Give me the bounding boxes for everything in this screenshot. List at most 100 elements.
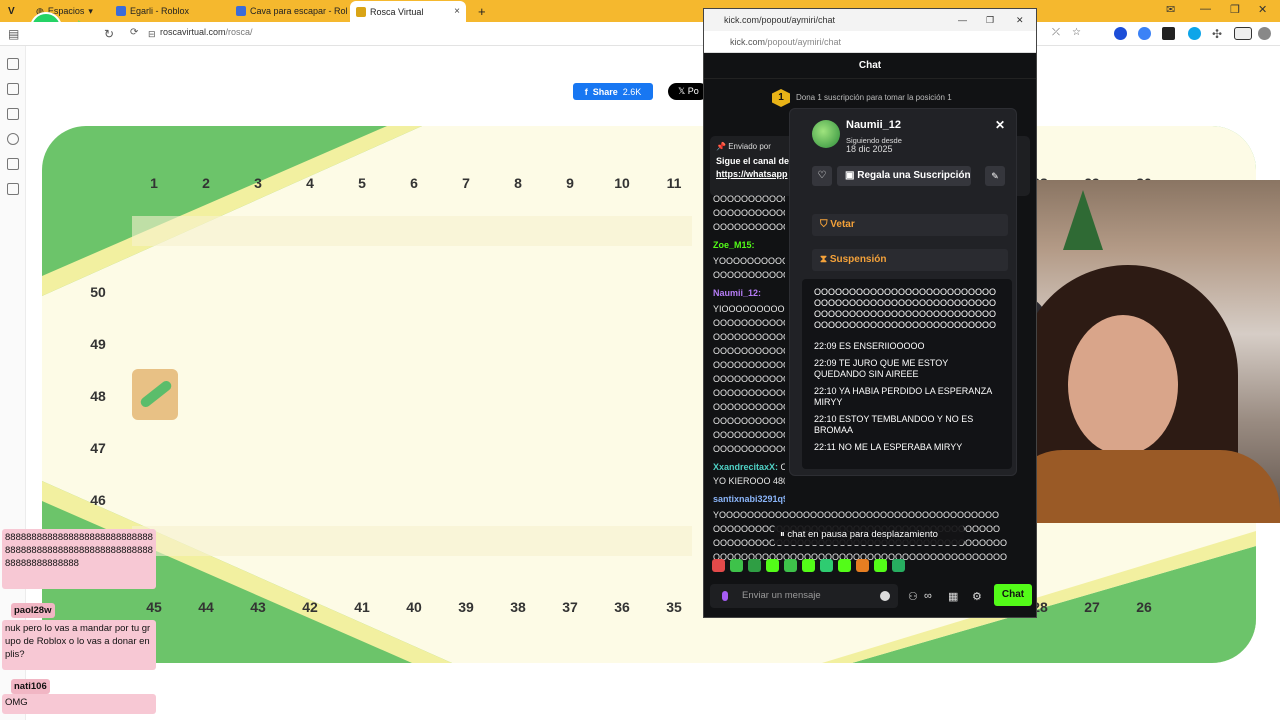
- close-window-icon[interactable]: ✕: [1016, 9, 1024, 31]
- overlay-username: nati106: [11, 679, 50, 694]
- board-number: 36: [614, 599, 630, 615]
- board-number: 3: [254, 175, 262, 191]
- board-number: 6: [410, 175, 418, 191]
- notes-icon[interactable]: [7, 158, 19, 170]
- emote-icon[interactable]: [856, 559, 869, 572]
- chat-line: Naumii_12:: [713, 287, 761, 301]
- site-info-icon[interactable]: ⊟: [148, 29, 156, 40]
- emote-icon[interactable]: [802, 559, 815, 572]
- chat-line: OOOOOOOOOOOO: [713, 443, 785, 457]
- chat-line: OOOOOOOOOOOO: [713, 387, 785, 401]
- close-icon[interactable]: ✕: [995, 118, 1005, 132]
- emote-icon[interactable]: [766, 559, 779, 572]
- chat-message-text: OOOOOOOOOOOO: [713, 270, 785, 280]
- url-field[interactable]: roscavirtual.com/rosca/: [160, 27, 253, 37]
- chat-line: OOOOOOOOOOOO: [713, 373, 785, 387]
- settings-icon[interactable]: ⚙: [972, 590, 984, 603]
- popup-url-field[interactable]: kick.com/popout/aymiri/chat: [704, 31, 1036, 53]
- close-window-icon[interactable]: ✕: [1258, 3, 1267, 16]
- user-name: Naumii_12: [846, 119, 902, 131]
- extension-icon[interactable]: [1188, 27, 1201, 40]
- bookmarks-icon[interactable]: [7, 58, 19, 70]
- follow-heart-button[interactable]: ♡: [812, 166, 832, 186]
- chat-username[interactable]: Naumii_12:: [713, 288, 761, 298]
- emote-icon[interactable]: [820, 559, 833, 572]
- chat-message-text: OOOOOOOOOOOO: [713, 416, 785, 426]
- extension-r-icon[interactable]: [1162, 27, 1175, 40]
- reading-list-icon[interactable]: [7, 83, 19, 95]
- board-number: 1: [150, 175, 158, 191]
- send-chat-button[interactable]: Chat: [994, 584, 1032, 606]
- extension-icon[interactable]: [1114, 27, 1127, 40]
- chat-line: YOOOOOOOOOOOOOOOOOOOOOOOOOOOOOOOOOOOOOOO…: [713, 509, 999, 523]
- chat-line: YOOOOOOOOOOO: [713, 255, 785, 269]
- board-number: 5: [358, 175, 366, 191]
- extension-icon[interactable]: [1138, 27, 1151, 40]
- facebook-share-button[interactable]: f Share 2.6K: [573, 83, 653, 100]
- users-icon[interactable]: ⚇: [908, 590, 920, 603]
- streamer-sweater: [1003, 450, 1280, 523]
- add-panel-icon[interactable]: [7, 183, 19, 195]
- chat-line: OOOOOOOOOOOO: [713, 207, 785, 221]
- chat-username[interactable]: XxandrecitaxX:: [713, 462, 778, 472]
- profile-avatar[interactable]: [1258, 27, 1271, 40]
- gift-sub-button[interactable]: ▣ Regala una Suscripción: [837, 166, 971, 186]
- downloads-icon[interactable]: [7, 108, 19, 120]
- mail-icon[interactable]: ✉: [1166, 3, 1175, 16]
- chat-message-text: OOOOOOOOOOOO: [713, 332, 785, 342]
- chat-message-text: YOOOOOOOOOOOOOOOOOOOOOOOOOOOOOOOOOOOOOOO…: [713, 510, 1000, 520]
- suspend-button[interactable]: ⧗ Suspensión: [812, 249, 1008, 271]
- chat-message-text: YO KIEROOO 480: [713, 476, 785, 486]
- emoji-icon[interactable]: [880, 591, 890, 601]
- vpn-icon[interactable]: [1234, 27, 1252, 40]
- board-number: 10: [614, 175, 630, 191]
- emote-icon[interactable]: [784, 559, 797, 572]
- maximize-icon[interactable]: ❐: [1230, 3, 1240, 16]
- emote-icon[interactable]: [874, 559, 887, 572]
- maximize-icon[interactable]: ❐: [986, 9, 994, 31]
- more-options-button[interactable]: ✎: [985, 166, 1005, 186]
- store-icon[interactable]: ▦: [948, 590, 960, 603]
- board-number: 41: [354, 599, 370, 615]
- emote-icon[interactable]: [712, 559, 725, 572]
- emote-icon[interactable]: [730, 559, 743, 572]
- x-post-button[interactable]: 𝕏 Po: [668, 83, 708, 100]
- reload-icon[interactable]: ↻: [104, 27, 114, 41]
- board-number: 50: [90, 284, 106, 300]
- roblox-icon: [236, 6, 246, 16]
- chat-username[interactable]: Zoe_M15:: [713, 240, 755, 250]
- chat-line: OOOOOOOOOOOO: [713, 429, 785, 443]
- board-number: 2: [202, 175, 210, 191]
- message-input[interactable]: Enviar un mensaje: [710, 584, 898, 608]
- user-card: Naumii_12 Siguiendo desde 18 dic 2025 ✕ …: [789, 108, 1017, 476]
- bookmark-icon[interactable]: ☆: [1072, 27, 1081, 38]
- infinity-icon[interactable]: ∞: [924, 590, 936, 602]
- history-icon[interactable]: [7, 133, 19, 145]
- chat-username[interactable]: santixnabi3291q920:: [713, 494, 785, 504]
- minimize-icon[interactable]: —: [958, 9, 967, 31]
- puzzle-icon[interactable]: ✣: [1212, 27, 1222, 41]
- emote-icon[interactable]: [838, 559, 851, 572]
- rank-badge: 1: [772, 89, 790, 107]
- chat-paused-banner[interactable]: ⏸ chat en pausa para desplazamiento: [774, 525, 964, 545]
- overlay-message: 8888888888888888888888888888888888888888…: [2, 529, 156, 589]
- rosca-piece-48[interactable]: [132, 369, 178, 420]
- mic-icon[interactable]: [722, 591, 728, 601]
- veto-button[interactable]: ⛉ Vetar: [812, 214, 1008, 236]
- window-menu-button[interactable]: V: [2, 2, 21, 20]
- tab-cava[interactable]: Cava para escapar - Rol: [230, 2, 354, 20]
- translate-icon[interactable]: ⤫: [1052, 27, 1060, 38]
- tab-egarli[interactable]: Egarli - Roblox: [110, 2, 195, 20]
- history-message: OOOOOOOOOOOOOOOOOOOOOOOOOOOOOOOOOOOOOOOO…: [814, 287, 997, 330]
- close-tab-icon[interactable]: ×: [454, 6, 460, 17]
- tab-rosca-virtual[interactable]: Rosca Virtual ×: [350, 1, 466, 22]
- minimize-icon[interactable]: —: [1200, 3, 1211, 15]
- emote-icon[interactable]: [748, 559, 761, 572]
- chat-line: YO KIEROOO 480: [713, 475, 785, 489]
- new-tab-button[interactable]: +: [472, 2, 492, 20]
- board-number: 37: [562, 599, 578, 615]
- board-number: 44: [198, 599, 214, 615]
- sidebar-toggle-icon[interactable]: ▤: [8, 27, 19, 41]
- board-number: 45: [146, 599, 162, 615]
- emote-icon[interactable]: [892, 559, 905, 572]
